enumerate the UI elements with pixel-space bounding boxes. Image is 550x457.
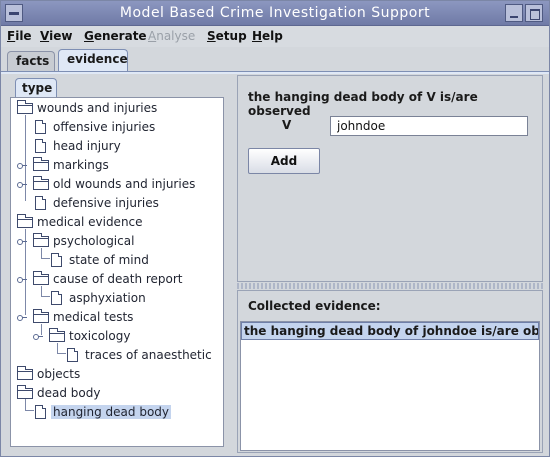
document-icon <box>35 120 46 134</box>
document-icon <box>35 139 46 153</box>
expand-handle-icon[interactable] <box>17 315 27 321</box>
tree-connector <box>25 410 34 411</box>
menu-file[interactable]: File <box>7 29 32 43</box>
expand-handle-icon[interactable] <box>17 163 27 169</box>
tree-connector <box>41 296 50 297</box>
minimize-icon[interactable] <box>505 4 523 22</box>
main-tabs: facts evidence <box>1 49 549 72</box>
document-icon <box>51 253 62 267</box>
variable-label: V <box>282 118 292 132</box>
variable-input[interactable] <box>330 116 528 136</box>
menu-help[interactable]: Help <box>252 29 283 43</box>
folder-icon <box>33 309 49 323</box>
folder-icon <box>33 176 49 190</box>
list-item[interactable]: the hanging dead body of johndoe is/are … <box>241 322 539 340</box>
tree-connector <box>41 258 50 259</box>
type-panel: type wounds and injuries offensive injur… <box>6 75 231 453</box>
document-icon <box>35 196 46 210</box>
form-title: the hanging dead body of V is/are observ… <box>248 90 478 118</box>
menu-analyse: Analyse <box>148 29 196 43</box>
collected-evidence-label: Collected evidence: <box>248 299 381 313</box>
tree-connector <box>57 353 66 354</box>
folder-icon <box>17 214 33 228</box>
expand-handle-icon[interactable] <box>17 239 27 245</box>
expand-handle-icon[interactable] <box>17 277 27 283</box>
document-icon <box>51 291 62 305</box>
window-title: Model Based Crime Investigation Support <box>119 5 431 21</box>
menu-generate[interactable]: Generate <box>84 29 147 43</box>
tree-connector <box>25 115 26 201</box>
folder-icon <box>17 366 33 380</box>
tab-type[interactable]: type <box>15 78 57 98</box>
tab-evidence[interactable]: evidence <box>58 49 128 72</box>
menu-setup[interactable]: Setup <box>207 29 247 43</box>
folder-icon <box>49 328 65 342</box>
document-icon <box>67 348 78 362</box>
document-icon <box>35 405 46 419</box>
folder-icon <box>33 233 49 247</box>
menu-bar: File View Generate Analyse Setup Help <box>1 26 549 47</box>
folder-icon <box>33 271 49 285</box>
expand-handle-icon[interactable] <box>33 334 43 340</box>
maximize-icon[interactable] <box>525 4 543 22</box>
app-window: Model Based Crime Investigation Support … <box>0 0 550 457</box>
split-pane-divider[interactable] <box>237 283 543 289</box>
type-tree[interactable]: wounds and injuries offensive injuries h… <box>10 97 224 447</box>
folder-icon <box>33 157 49 171</box>
folder-icon <box>17 385 33 399</box>
tab-facts[interactable]: facts <box>7 51 55 71</box>
folder-icon <box>17 100 33 114</box>
expand-handle-icon[interactable] <box>17 182 27 188</box>
title-bar[interactable]: Model Based Crime Investigation Support <box>1 1 549 26</box>
menu-view[interactable]: View <box>40 29 72 43</box>
evidence-form-panel: the hanging dead body of V is/are observ… <box>237 75 543 282</box>
collected-evidence-list[interactable]: the hanging dead body of johndoe is/are … <box>240 321 540 451</box>
tab-underline <box>1 71 549 74</box>
collected-evidence-panel: Collected evidence: the hanging dead bod… <box>237 290 543 453</box>
add-button[interactable]: Add <box>248 148 320 174</box>
